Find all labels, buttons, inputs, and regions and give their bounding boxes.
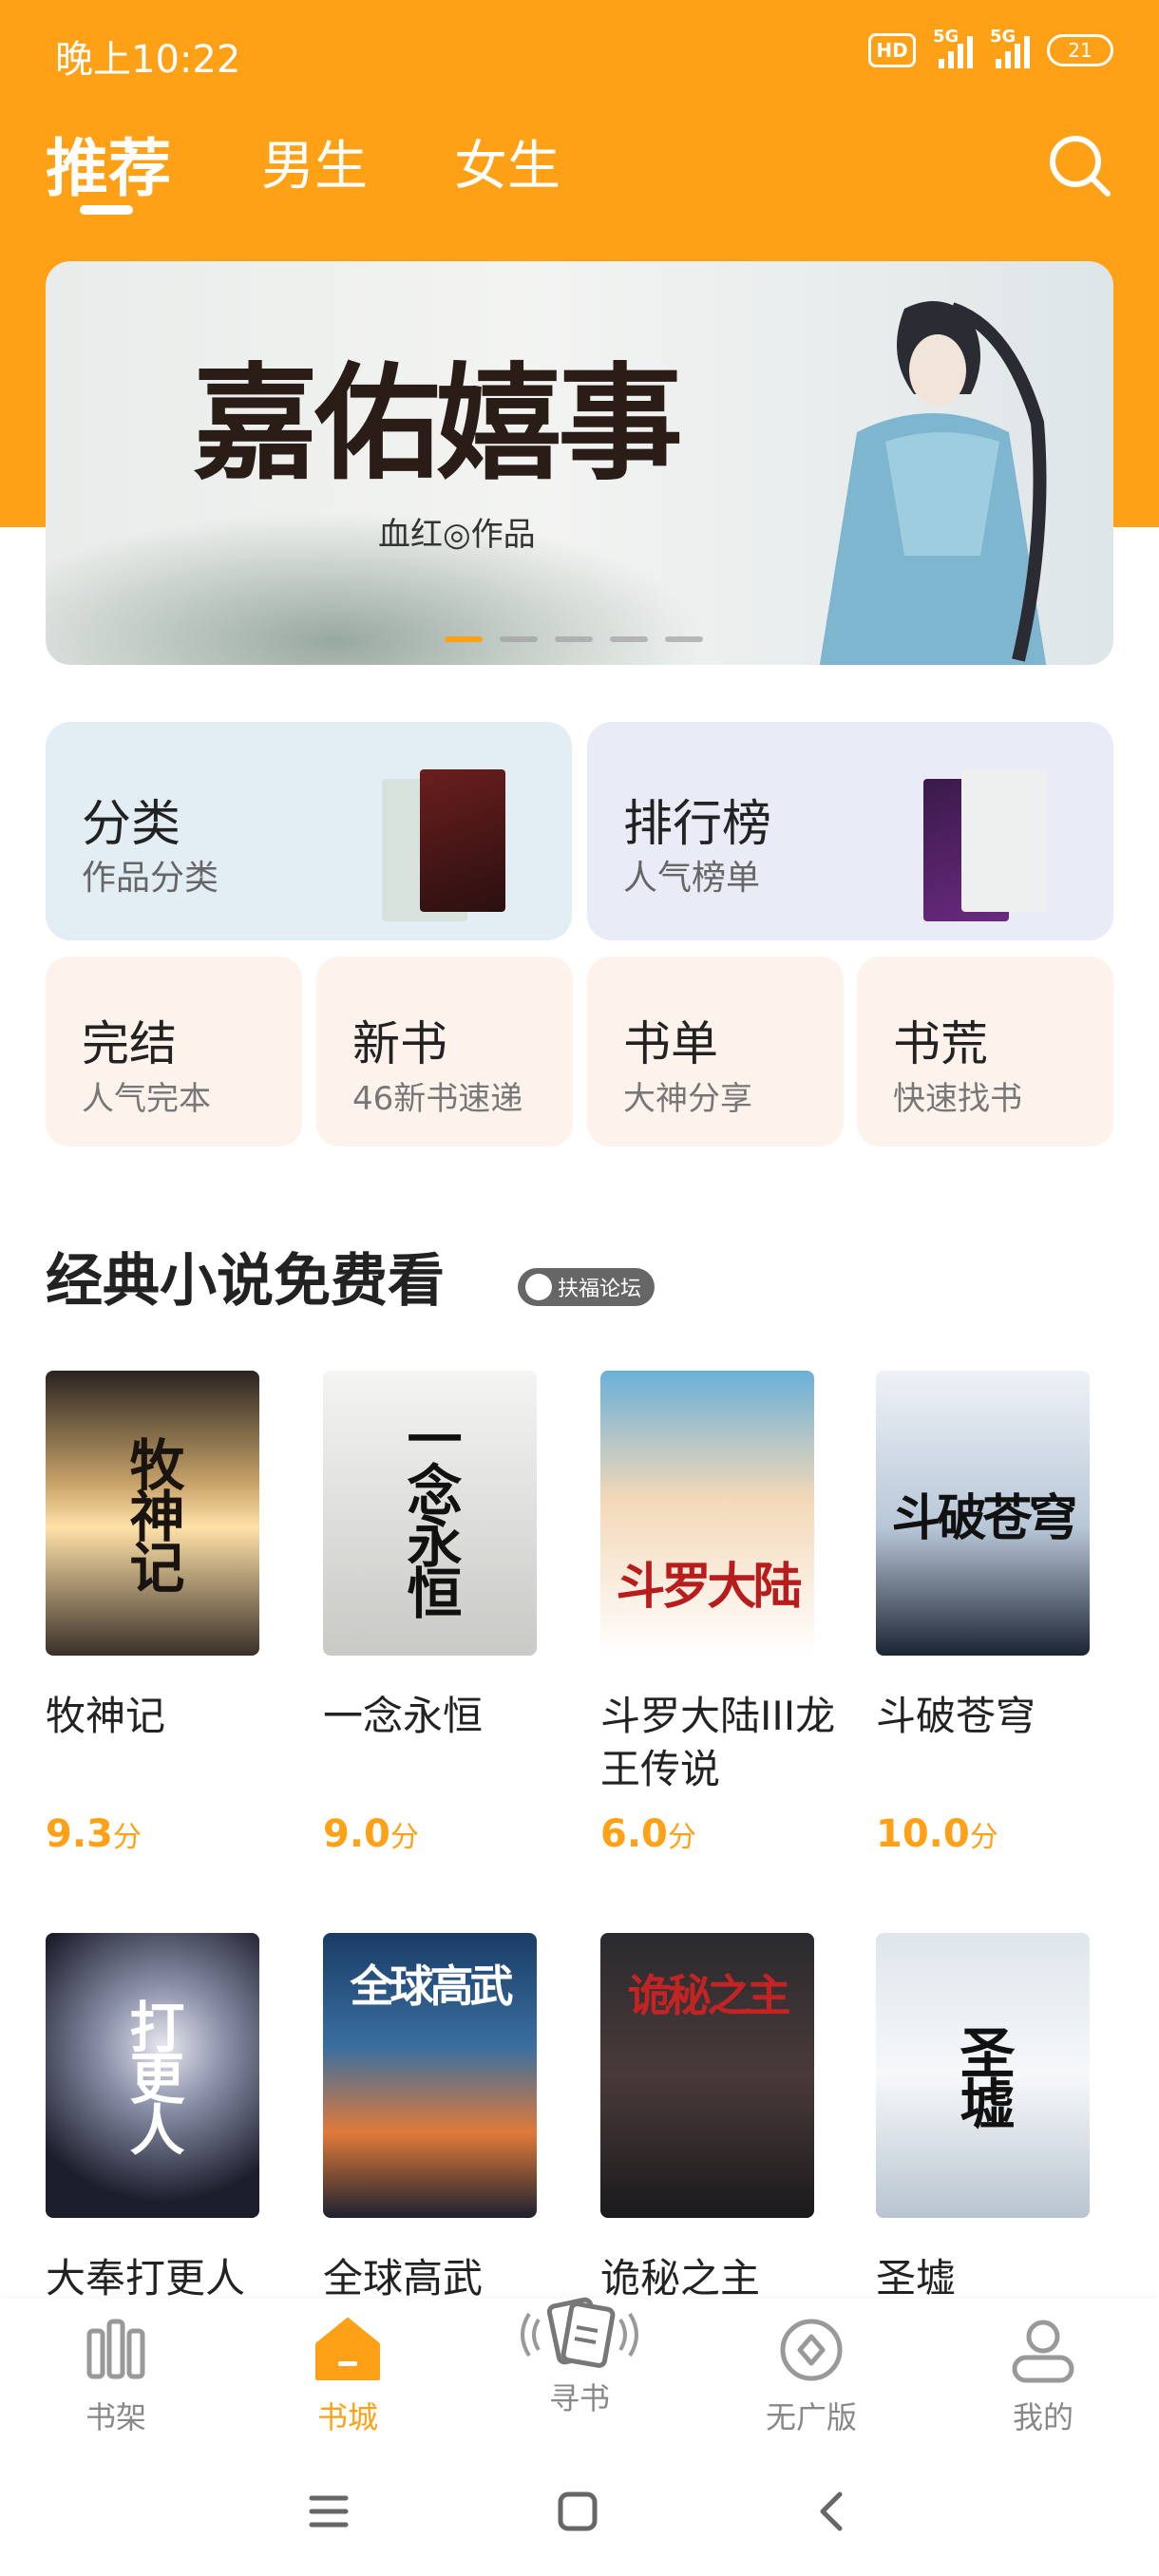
banner-dot xyxy=(445,636,483,642)
ad-free-icon xyxy=(780,2319,843,2381)
banner-dot xyxy=(665,636,703,642)
book-score: 10.0分 xyxy=(876,1812,998,1856)
bottom-nav: 书架 书城 寻书 无广版 我的 xyxy=(0,2297,1159,2460)
profile-icon xyxy=(1012,2320,1074,2383)
back-icon[interactable] xyxy=(809,2489,855,2534)
banner-pagination xyxy=(445,636,703,642)
book-stack-icon xyxy=(382,765,515,940)
banner-dot xyxy=(500,636,538,642)
ranking-card[interactable]: 排行榜 人气榜单 xyxy=(587,722,1113,940)
book-title[interactable]: 大奉打更人 xyxy=(46,2252,293,2305)
book-item[interactable]: 牧神记 牧神记 9.3分 xyxy=(46,1371,274,1856)
tab-active-indicator xyxy=(80,205,133,215)
completed-card-title: 完结 xyxy=(82,1016,177,1071)
signal-icon: 5G xyxy=(933,27,973,68)
top-nav: 推荐 男生 女生 xyxy=(0,114,1159,228)
bookshelf-icon xyxy=(86,2319,145,2379)
category-card-subtitle: 作品分类 xyxy=(82,859,219,898)
book-cover[interactable]: 斗罗大陆 xyxy=(600,1371,814,1656)
section-title: 经典小说免费看 xyxy=(46,1248,445,1315)
book-cover[interactable]: 斗破苍穹 xyxy=(876,1371,1090,1656)
signal-icon-2: 5G xyxy=(990,27,1030,68)
status-bar: 晚上10:22 HD 5G 5G 21 xyxy=(0,0,1159,104)
book-cover[interactable]: 圣墟 xyxy=(876,1933,1090,2218)
banner-title: 嘉佑嬉事 xyxy=(193,350,683,498)
category-card[interactable]: 分类 作品分类 xyxy=(46,722,572,940)
banner-dot xyxy=(610,636,648,642)
nav-bookstore[interactable]: 书城 xyxy=(272,2316,424,2437)
banner-character-illustration xyxy=(819,301,1047,665)
new-books-card-subtitle: 46新书速递 xyxy=(352,1080,523,1118)
home-square-icon[interactable] xyxy=(555,2489,600,2534)
book-score: 6.0分 xyxy=(600,1812,696,1856)
book-finder-card[interactable]: 书荒 快速找书 xyxy=(857,957,1113,1146)
watermark: 扶福论坛 xyxy=(518,1268,656,1306)
book-cover[interactable]: 一念永恒 xyxy=(323,1371,537,1656)
booklist-card[interactable]: 书单 大神分享 xyxy=(587,957,844,1146)
book-cover[interactable]: 牧神记 xyxy=(46,1371,259,1656)
banner-dot xyxy=(555,636,593,642)
book-item[interactable]: 打更人 大奉打更人 xyxy=(46,1933,274,2305)
search-icon[interactable] xyxy=(1043,129,1115,201)
book-item[interactable]: 全球高武 全球高武 xyxy=(323,1933,551,2305)
book-item[interactable]: 斗破苍穹 斗破苍穹 10.0分 xyxy=(876,1371,1104,1856)
book-title[interactable]: 一念永恒 xyxy=(323,1690,570,1743)
system-navigation-bar xyxy=(0,2460,1159,2576)
tab-female[interactable]: 女生 xyxy=(454,123,560,200)
book-finder-card-subtitle: 快速找书 xyxy=(893,1080,1022,1118)
nav-ad-free[interactable]: 无广版 xyxy=(735,2316,887,2437)
book-cover[interactable]: 诡秘之主 xyxy=(600,1933,814,2218)
nav-find-book[interactable]: 寻书 xyxy=(504,2297,656,2418)
new-books-card[interactable]: 新书 46新书速递 xyxy=(316,957,573,1146)
book-title[interactable]: 斗罗大陆III龙王传说 xyxy=(600,1690,847,1796)
book-item[interactable]: 一念永恒 一念永恒 9.0分 xyxy=(323,1371,551,1856)
promo-banner[interactable]: 嘉佑嬉事 血红◎作品 xyxy=(46,261,1113,665)
book-item[interactable]: 圣墟 圣墟 xyxy=(876,1933,1104,2305)
watermark-logo-icon xyxy=(525,1274,552,1300)
tab-recommend[interactable]: 推荐 xyxy=(46,118,171,209)
book-title[interactable]: 牧神记 xyxy=(46,1690,293,1743)
menu-icon[interactable] xyxy=(306,2489,352,2534)
ranking-card-title: 排行榜 xyxy=(623,796,772,853)
book-item[interactable]: 诡秘之主 诡秘之主 xyxy=(600,1933,828,2305)
completed-card[interactable]: 完结 人气完本 xyxy=(46,957,302,1146)
booklist-card-title: 书单 xyxy=(623,1016,718,1071)
find-book-icon xyxy=(521,2297,638,2368)
book-finder-card-title: 书荒 xyxy=(893,1016,988,1071)
battery-icon: 21 xyxy=(1047,34,1113,66)
home-icon xyxy=(315,2318,380,2380)
status-icons: HD 5G 5G 21 xyxy=(868,27,1113,68)
tab-male[interactable]: 男生 xyxy=(261,123,368,200)
ranking-card-subtitle: 人气榜单 xyxy=(623,859,761,898)
hd-voice-icon: HD xyxy=(868,33,916,67)
completed-card-subtitle: 人气完本 xyxy=(82,1080,211,1118)
book-title[interactable]: 圣墟 xyxy=(876,2252,1123,2305)
booklist-card-subtitle: 大神分享 xyxy=(623,1080,752,1118)
book-score: 9.0分 xyxy=(323,1812,419,1856)
book-title[interactable]: 斗破苍穹 xyxy=(876,1690,1123,1743)
nav-bookshelf[interactable]: 书架 xyxy=(40,2316,192,2437)
banner-subtitle: 血红◎作品 xyxy=(378,516,536,554)
status-time: 晚上10:22 xyxy=(55,38,241,82)
nav-profile[interactable]: 我的 xyxy=(967,2316,1119,2437)
book-cover[interactable]: 打更人 xyxy=(46,1933,259,2218)
book-stack-icon xyxy=(923,765,1056,940)
book-score: 9.3分 xyxy=(46,1812,142,1856)
new-books-card-title: 新书 xyxy=(352,1016,447,1071)
category-card-title: 分类 xyxy=(82,796,181,853)
book-cover[interactable]: 全球高武 xyxy=(323,1933,537,2218)
book-item[interactable]: 斗罗大陆 斗罗大陆III龙王传说 6.0分 xyxy=(600,1371,835,1856)
